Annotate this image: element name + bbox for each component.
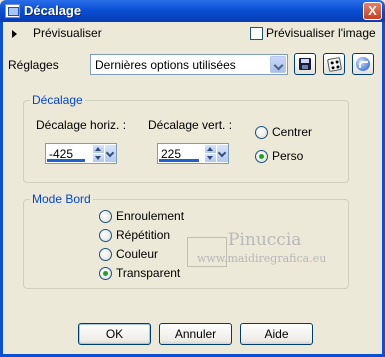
horiz-offset-spinner[interactable]: -425 xyxy=(45,143,117,164)
arrow-up-icon[interactable] xyxy=(93,145,104,153)
app-window-icon xyxy=(5,4,20,18)
preview-image-label[interactable]: Prévisualiser l'image xyxy=(266,26,376,40)
save-preset-icon xyxy=(299,58,311,70)
offset-group: Décalage xyxy=(23,93,349,183)
window-title: Décalage xyxy=(24,3,82,18)
custom-radio[interactable] xyxy=(255,150,268,163)
vert-offset-spinner[interactable]: 225 xyxy=(157,143,229,164)
watermark-name: Pinuccia xyxy=(228,230,302,250)
ok-button[interactable]: OK xyxy=(78,323,151,345)
vert-offset-dropdown[interactable] xyxy=(217,145,228,162)
close-button[interactable]: X xyxy=(363,2,382,20)
reset-button[interactable] xyxy=(352,53,374,75)
horiz-offset-label: Décalage horiz. : xyxy=(36,118,127,132)
preview-expander-label[interactable]: Prévisualiser xyxy=(33,26,102,40)
vert-offset-label: Décalage vert. : xyxy=(148,118,233,132)
repeat-radio-label[interactable]: Répétition xyxy=(116,228,170,242)
repeat-radio[interactable] xyxy=(99,229,112,242)
horiz-offset-stepper[interactable] xyxy=(93,145,104,162)
transparent-radio[interactable] xyxy=(99,267,112,280)
arrow-down-icon[interactable] xyxy=(93,154,104,162)
arrow-down-icon[interactable] xyxy=(205,154,216,162)
preview-image-checkbox[interactable] xyxy=(250,27,263,40)
chevron-down-icon[interactable] xyxy=(270,56,286,73)
randomize-button[interactable] xyxy=(323,53,345,75)
save-preset-button[interactable] xyxy=(294,53,316,75)
color-radio-label[interactable]: Couleur xyxy=(116,247,158,261)
vert-offset-slider[interactable] xyxy=(159,159,199,162)
center-radio[interactable] xyxy=(255,126,268,139)
preset-dropdown[interactable]: Dernières options utilisées xyxy=(90,54,288,75)
wrap-radio[interactable] xyxy=(99,210,112,223)
watermark-url: www.maidiregrafica.eu xyxy=(197,252,327,265)
settings-label: Réglages xyxy=(8,58,59,72)
center-radio-label[interactable]: Centrer xyxy=(272,125,312,139)
custom-radio-label[interactable]: Perso xyxy=(272,149,303,163)
transparent-radio-label[interactable]: Transparent xyxy=(116,266,180,280)
offset-group-title: Décalage xyxy=(30,93,85,107)
edge-mode-group-title: Mode Bord xyxy=(30,192,93,206)
horiz-offset-slider[interactable] xyxy=(47,159,85,162)
arrow-up-icon[interactable] xyxy=(205,145,216,153)
expand-arrow-icon[interactable] xyxy=(12,30,17,38)
reset-icon xyxy=(356,57,370,71)
wrap-radio-label[interactable]: Enroulement xyxy=(116,209,184,223)
horiz-offset-dropdown[interactable] xyxy=(105,145,116,162)
cancel-button[interactable]: Annuler xyxy=(159,323,232,345)
title-bar: Décalage X xyxy=(0,0,385,22)
preset-selected-value: Dernières options utilisées xyxy=(95,58,236,72)
color-radio[interactable] xyxy=(99,248,112,261)
help-button[interactable]: Aide xyxy=(240,323,313,345)
randomize-icon xyxy=(326,56,343,73)
vert-offset-stepper[interactable] xyxy=(205,145,216,162)
